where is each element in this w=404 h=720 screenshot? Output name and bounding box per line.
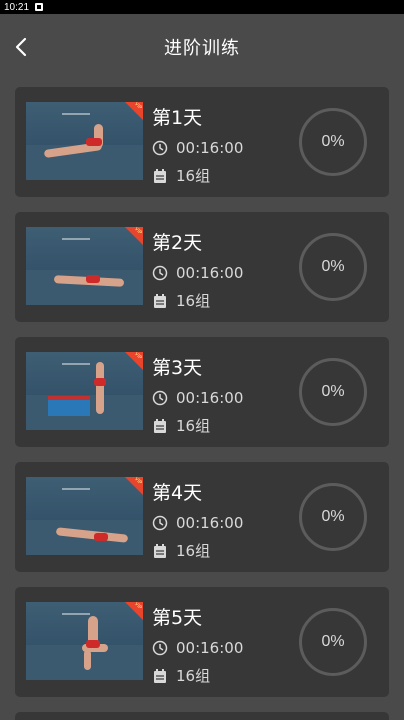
progress-ring: 0% bbox=[299, 483, 367, 551]
progress-text: 0% bbox=[321, 133, 345, 150]
workout-thumbnail: VIP bbox=[26, 227, 143, 305]
day-title: 第4天 bbox=[152, 482, 203, 504]
clock-icon bbox=[152, 140, 168, 156]
training-day-card-partial[interactable] bbox=[15, 712, 389, 720]
status-time: 10:21 bbox=[4, 1, 30, 13]
training-day-card[interactable]: VIP 第1天 00:16:00 16组 0% bbox=[15, 87, 389, 197]
progress-text: 0% bbox=[321, 383, 345, 400]
calendar-icon bbox=[152, 168, 168, 184]
calendar-icon bbox=[152, 668, 168, 684]
training-day-card[interactable]: VIP 第5天 00:16:00 16组 0% bbox=[15, 587, 389, 697]
duration-row: 00:16:00 bbox=[152, 639, 243, 657]
progress-ring: 0% bbox=[299, 358, 367, 426]
duration-row: 00:16:00 bbox=[152, 264, 243, 282]
groups-text: 16组 bbox=[176, 167, 211, 185]
groups-row: 16组 bbox=[152, 665, 210, 686]
duration-text: 00:16:00 bbox=[176, 514, 244, 532]
groups-text: 16组 bbox=[176, 542, 211, 560]
day-title: 第5天 bbox=[152, 607, 203, 629]
workout-thumbnail: VIP bbox=[26, 352, 143, 430]
training-day-card[interactable]: VIP 第2天 00:16:00 16组 0% bbox=[15, 212, 389, 322]
status-bar: 10:21 bbox=[0, 0, 404, 14]
chevron-left-icon bbox=[15, 37, 27, 57]
duration-row: 00:16:00 bbox=[152, 514, 243, 532]
progress-ring: 0% bbox=[299, 108, 367, 176]
duration-text: 00:16:00 bbox=[176, 139, 244, 157]
workout-thumbnail: VIP bbox=[26, 477, 143, 555]
workout-thumbnail: VIP bbox=[26, 602, 143, 680]
groups-text: 16组 bbox=[176, 292, 211, 310]
training-day-card[interactable]: VIP 第3天 00:16:00 16组 0% bbox=[15, 337, 389, 447]
duration-text: 00:16:00 bbox=[176, 389, 244, 407]
back-button[interactable] bbox=[6, 32, 36, 62]
groups-row: 16组 bbox=[152, 415, 210, 436]
clock-icon bbox=[152, 640, 168, 656]
calendar-icon bbox=[152, 293, 168, 309]
page-title: 进阶训练 bbox=[164, 38, 240, 59]
progress-text: 0% bbox=[321, 258, 345, 275]
groups-row: 16组 bbox=[152, 290, 210, 311]
groups-row: 16组 bbox=[152, 165, 210, 186]
progress-ring: 0% bbox=[299, 608, 367, 676]
progress-text: 0% bbox=[321, 633, 345, 650]
progress-text: 0% bbox=[321, 508, 345, 525]
duration-text: 00:16:00 bbox=[176, 264, 244, 282]
duration-text: 00:16:00 bbox=[176, 639, 244, 657]
clock-icon bbox=[152, 515, 168, 531]
groups-text: 16组 bbox=[176, 417, 211, 435]
groups-text: 16组 bbox=[176, 667, 211, 685]
training-day-card[interactable]: VIP 第4天 00:16:00 16组 0% bbox=[15, 462, 389, 572]
top-bar: 进阶训练 bbox=[0, 14, 404, 80]
workout-thumbnail: VIP bbox=[26, 102, 143, 180]
clock-icon bbox=[152, 265, 168, 281]
groups-row: 16组 bbox=[152, 540, 210, 561]
duration-row: 00:16:00 bbox=[152, 139, 243, 157]
training-day-list: VIP 第1天 00:16:00 16组 0% VIP 第2天 00:16:00… bbox=[15, 87, 389, 720]
notification-app-icon bbox=[35, 3, 44, 11]
day-title: 第2天 bbox=[152, 232, 203, 254]
day-title: 第3天 bbox=[152, 357, 203, 379]
day-title: 第1天 bbox=[152, 107, 203, 129]
clock-icon bbox=[152, 390, 168, 406]
calendar-icon bbox=[152, 543, 168, 559]
duration-row: 00:16:00 bbox=[152, 389, 243, 407]
calendar-icon bbox=[152, 418, 168, 434]
progress-ring: 0% bbox=[299, 233, 367, 301]
